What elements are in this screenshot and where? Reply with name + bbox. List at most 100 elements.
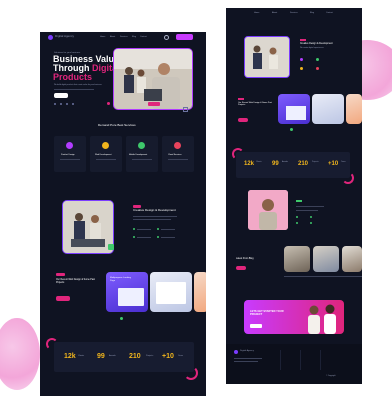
search-icon[interactable] (164, 35, 169, 40)
decorative-blob-bottom-left (0, 318, 40, 390)
hero-decor-dot (107, 102, 110, 105)
right-cta-button[interactable] (250, 324, 262, 328)
footer-copyright: © Copyright (326, 375, 336, 377)
check-icon (310, 216, 312, 218)
portfolio-badge (56, 273, 65, 276)
right-blog-card-2[interactable] (313, 246, 339, 272)
services-title: Demand Pure Best Services (98, 123, 136, 127)
portfolio-card-2[interactable] (150, 272, 192, 312)
nav-services[interactable]: Services (120, 36, 128, 38)
nav-blog[interactable]: Blog (132, 36, 136, 38)
right-nav-blog[interactable]: Blog (310, 12, 314, 14)
right-blog-meta (284, 276, 362, 277)
footer-col-1 (280, 350, 295, 370)
social-icon[interactable] (66, 103, 68, 105)
hero-body: We build digital products that create va… (54, 84, 103, 86)
service-card-4[interactable]: Cloud Services (162, 136, 194, 172)
check-icon (133, 228, 135, 230)
right-work-card-3[interactable] (346, 94, 362, 124)
check-icon (133, 236, 135, 238)
design-icon (66, 142, 73, 149)
right-work-card-2[interactable] (312, 94, 344, 124)
right-profile-badge (296, 200, 302, 202)
right-stat-label-2: Awards (282, 161, 288, 163)
nav-contact[interactable]: Contact (140, 36, 147, 38)
right-nav-contact[interactable]: Contact (326, 12, 333, 14)
service-card-2[interactable]: Web Development (90, 136, 122, 172)
header: Digital Agency Home About Services Blog … (40, 32, 206, 42)
stat-label-3: Projects (146, 355, 154, 357)
right-work-cta-button[interactable] (238, 118, 248, 122)
hero-social-icons (54, 103, 78, 105)
footer-logo[interactable]: Digital Agency (240, 350, 254, 352)
service-card-1[interactable]: Product Design (54, 136, 86, 172)
left-page-mockup: Digital Agency Home About Services Blog … (40, 32, 206, 396)
service-card-3[interactable]: Mobile Development (126, 136, 158, 172)
social-icon[interactable] (60, 103, 62, 105)
about-image-accent (108, 244, 114, 250)
feature-icon (300, 58, 303, 61)
scroll-icon[interactable] (183, 107, 188, 112)
right-nav-about[interactable]: About (272, 12, 277, 14)
hero-image (113, 48, 193, 110)
service-title-1: Product Design (61, 154, 75, 156)
right-header: Home About Services Blog Contact (226, 8, 362, 18)
hero-cta-button[interactable] (54, 93, 68, 98)
portfolio-card-1[interactable]: Multipurpose Landing Page (106, 272, 148, 312)
feature-text (161, 228, 175, 230)
right-nav-services[interactable]: Services (290, 12, 298, 14)
header-cta-button[interactable] (176, 34, 193, 40)
mobile-icon (138, 142, 145, 149)
footer-col-2 (300, 350, 315, 370)
right-stats-ring-left (232, 148, 244, 160)
right-blog-title: Latest From Blog (236, 258, 254, 260)
hero-photo-illustration (114, 49, 192, 109)
stat-value-1: 12k (64, 353, 76, 360)
right-about-badge (300, 39, 306, 41)
stat-value-4: +10 (162, 353, 174, 360)
stat-label-4: Years (178, 355, 184, 357)
logo-text[interactable]: Digital Agency (55, 35, 74, 38)
right-blog-card-1[interactable] (284, 246, 310, 272)
service-title-4: Cloud Services (168, 154, 182, 156)
portfolio-pagination-dot[interactable] (120, 317, 123, 320)
check-icon (157, 236, 159, 238)
right-stat-value-3: 210 (298, 161, 309, 167)
code-icon (102, 142, 109, 149)
check-icon (296, 222, 298, 224)
right-work-pagination-dot[interactable] (290, 128, 293, 131)
portfolio-cta-button[interactable] (56, 296, 70, 301)
stat-label-1: Clients (78, 355, 85, 357)
right-work-badge (238, 98, 244, 100)
right-stats-panel: 12k Clients 99 Awards 210 Projects +10 Y… (236, 152, 350, 178)
right-about-image (244, 36, 290, 78)
feature-icon (300, 67, 303, 70)
about-text (133, 219, 171, 220)
nav-about[interactable]: About (110, 36, 115, 38)
right-stats-ring-right (342, 172, 354, 184)
logo-icon (48, 35, 53, 40)
right-stat-value-4: +10 (328, 161, 339, 167)
right-cta-title: LETS GET STARTED YOUR PROJECT (250, 310, 284, 317)
right-cta-people-illustration (308, 304, 336, 334)
footer-logo-icon (234, 350, 238, 354)
right-work-card-1[interactable] (278, 94, 310, 124)
right-footer: Digital Agency © Copyright (226, 344, 362, 384)
feature-icon (316, 58, 319, 61)
right-blog-button[interactable] (236, 266, 246, 270)
cloud-icon (174, 142, 181, 149)
hero-body-line (54, 89, 94, 90)
right-stat-label-3: Projects (312, 161, 319, 163)
right-work-title: Our Recent Web Design & Some Past Projec… (238, 102, 272, 107)
right-nav-home[interactable]: Home (254, 12, 259, 14)
right-blog-card-3[interactable] (342, 246, 362, 272)
social-icon[interactable] (54, 103, 56, 105)
portfolio-card-screen (156, 282, 186, 304)
right-stat-label-4: Years (341, 161, 346, 163)
right-work-card-screen (286, 106, 306, 120)
social-icon[interactable] (72, 103, 74, 105)
nav-home[interactable]: Home (100, 36, 105, 38)
service-text-2 (96, 159, 116, 160)
portfolio-card-3[interactable] (194, 272, 206, 312)
hero-image-tag (148, 102, 160, 106)
